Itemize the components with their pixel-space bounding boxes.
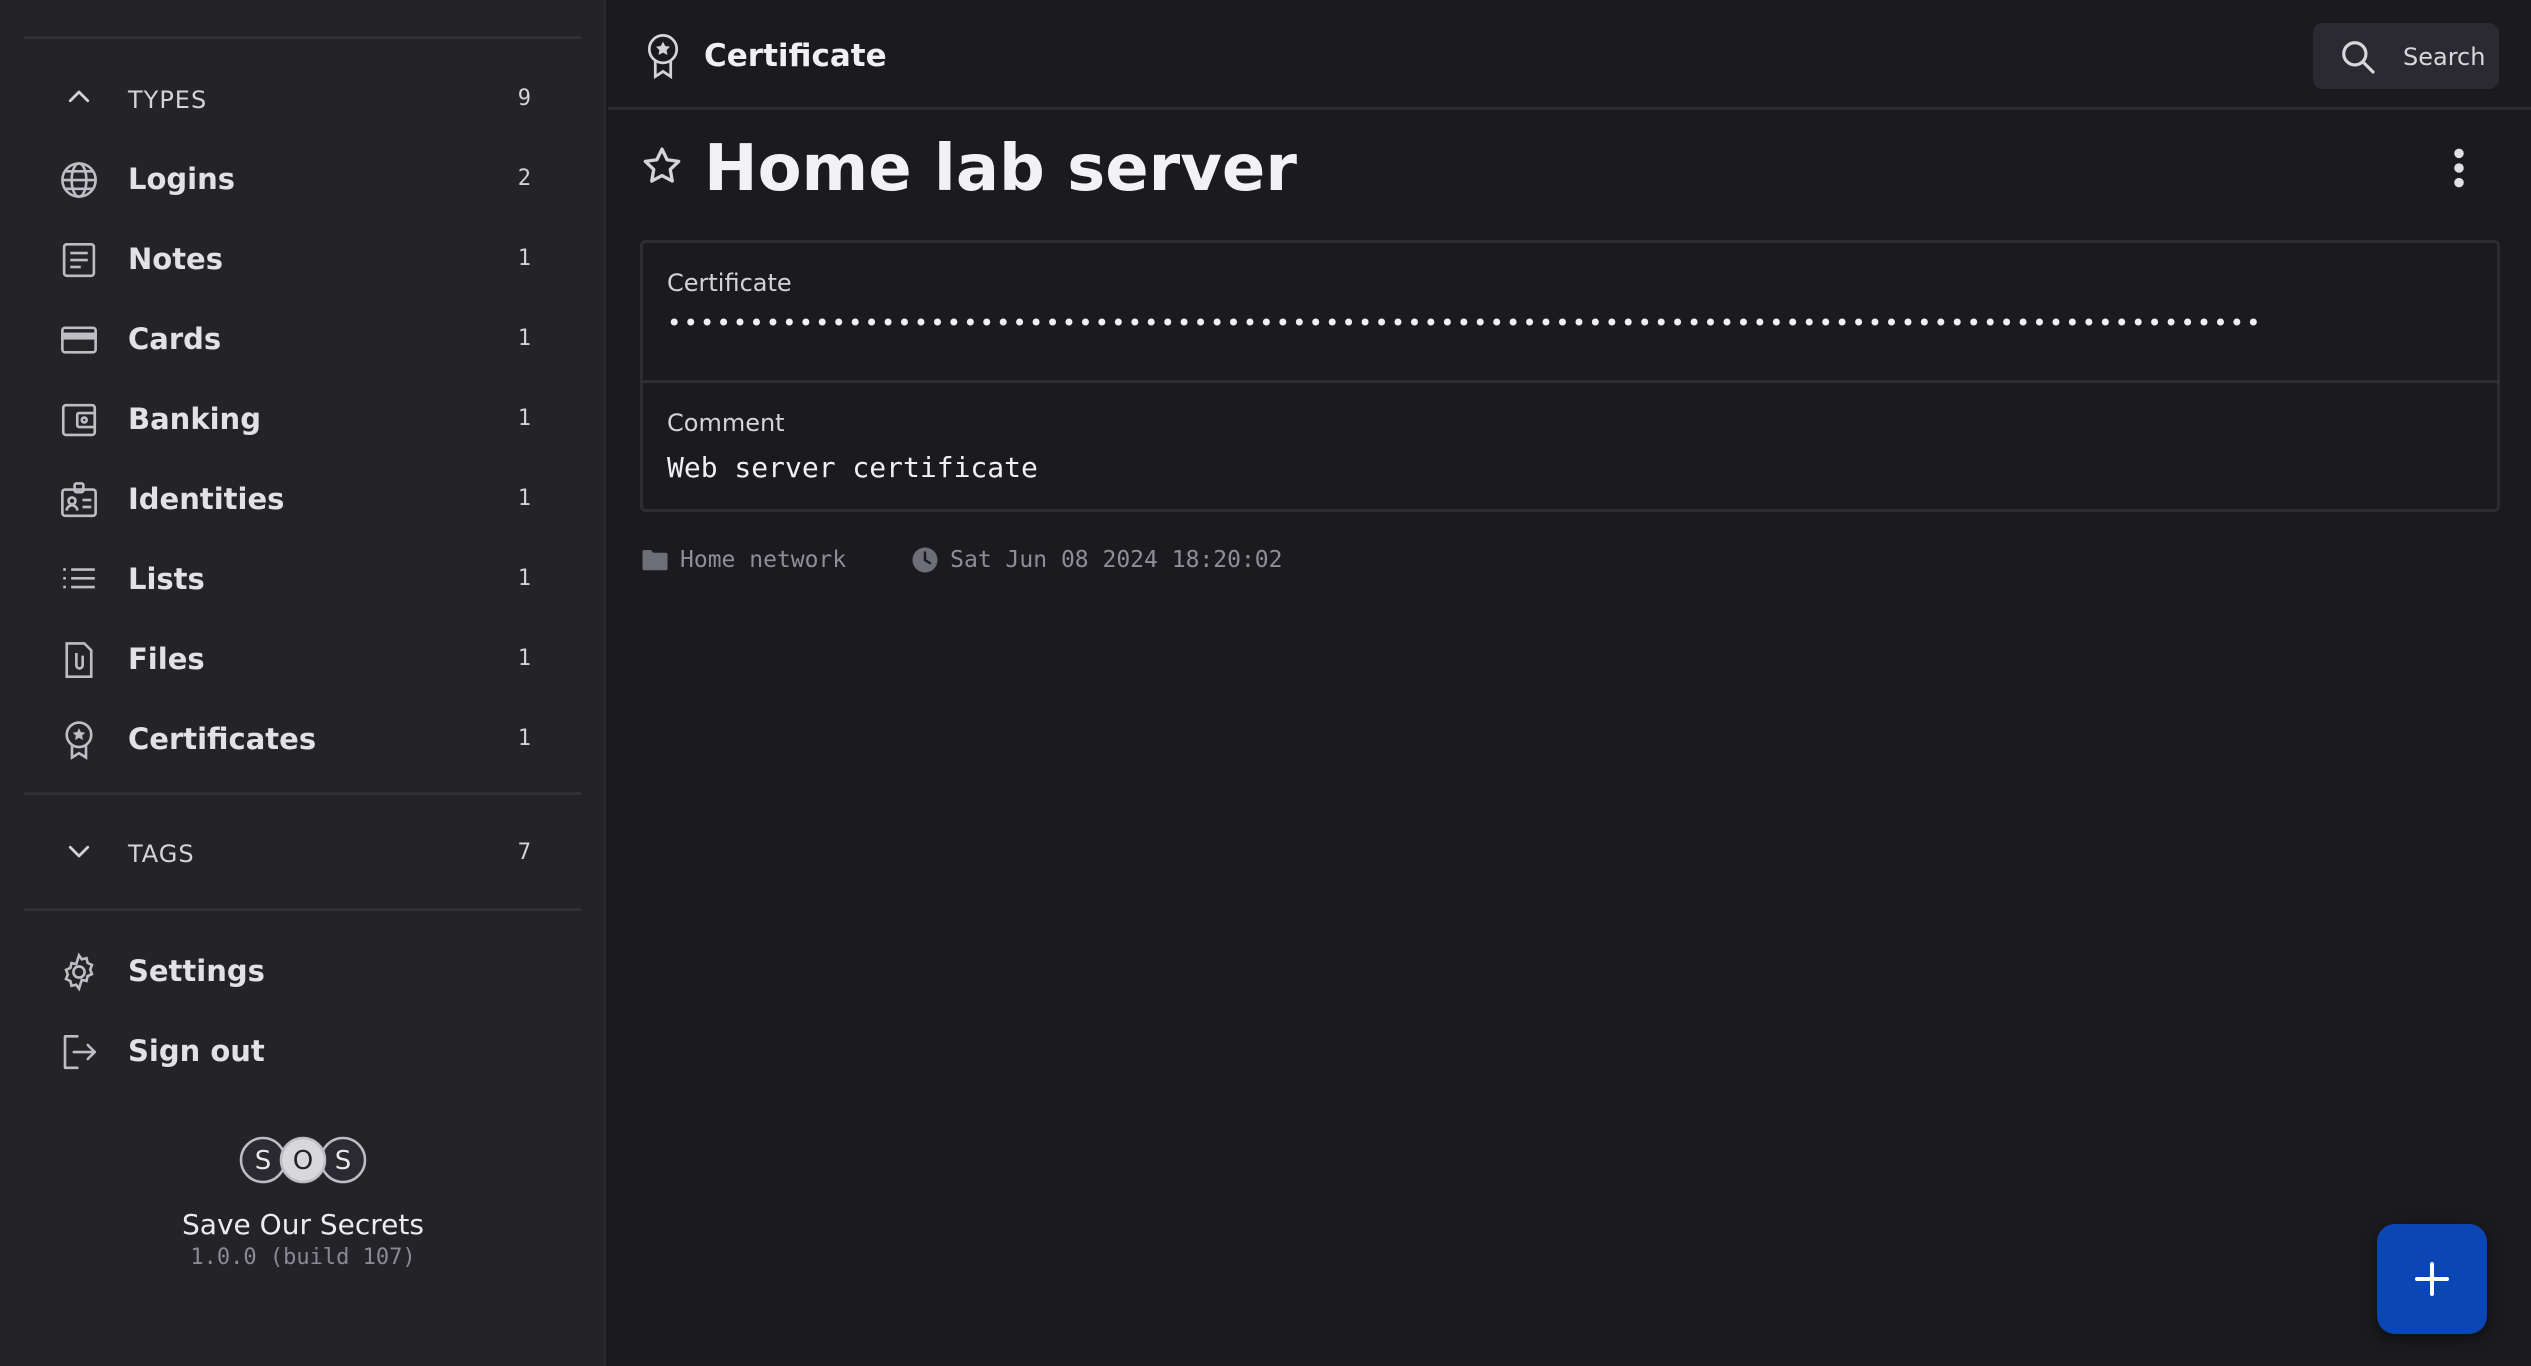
sidebar-item-identities[interactable]: Identities 1 — [24, 463, 581, 533]
tags-section-toggle[interactable]: TAGS 7 — [24, 822, 581, 882]
tags-section-label: TAGS — [128, 840, 195, 868]
svg-text:S: S — [335, 1146, 352, 1176]
sidebar-item-label: Identities — [128, 482, 285, 516]
sidebar-item-notes[interactable]: Notes 1 — [24, 223, 581, 293]
sidebar-item-label: Logins — [128, 162, 236, 196]
sidebar-item-count: 1 — [517, 726, 531, 751]
sidebar-item-count: 1 — [517, 486, 531, 511]
sidebar-item-certificates[interactable]: Certificates 1 — [24, 703, 581, 773]
sidebar-item-label: Cards — [128, 322, 222, 356]
top-bar: Certificate Search — [608, 0, 2531, 110]
svg-text:O: O — [293, 1146, 313, 1176]
timestamp-value: Sat Jun 08 2024 18:20:02 — [950, 547, 1283, 573]
sidebar-item-files[interactable]: Files 1 — [24, 623, 581, 693]
app-name: Save Our Secrets — [182, 1208, 424, 1241]
comment-field[interactable]: Comment Web server certificate — [643, 383, 2497, 509]
app-brand: S O S Save Our Secrets 1.0.0 (build 107) — [0, 1132, 606, 1270]
certificate-icon — [58, 719, 100, 761]
field-label: Comment — [667, 409, 785, 437]
field-label: Certificate — [667, 269, 792, 297]
sidebar-item-label: Notes — [128, 242, 223, 276]
search-icon — [2342, 41, 2375, 74]
sidebar-item-label: Banking — [128, 402, 261, 436]
item-header: Home lab server — [608, 112, 2531, 232]
types-section-label: TYPES — [128, 86, 208, 114]
folder-link[interactable]: Home network — [640, 545, 846, 575]
types-section-toggle[interactable]: TYPES 9 — [24, 68, 581, 128]
item-type-title: Certificate — [704, 38, 887, 74]
sidebar: TYPES 9 Logins 2 Notes 1 Cards 1 Banking… — [0, 0, 606, 1366]
settings-label: Settings — [128, 954, 265, 988]
sos-logo: S O S — [238, 1132, 368, 1188]
sidebar-item-count: 1 — [517, 406, 531, 431]
sidebar-item-count: 1 — [517, 326, 531, 351]
globe-icon — [58, 159, 100, 201]
credit-card-icon — [58, 319, 100, 361]
sidebar-item-label: Files — [128, 642, 205, 676]
sidebar-item-lists[interactable]: Lists 1 — [24, 543, 581, 613]
sidebar-item-count: 1 — [517, 646, 531, 671]
sidebar-divider — [24, 908, 581, 911]
sign-out-label: Sign out — [128, 1034, 265, 1068]
favorite-star-icon[interactable] — [640, 144, 684, 188]
certificate-field[interactable]: Certificate ••••••••••••••••••••••••••••… — [643, 243, 2497, 383]
note-icon — [58, 239, 100, 281]
more-options-icon[interactable] — [2439, 146, 2479, 190]
file-attachment-icon — [58, 639, 100, 681]
sidebar-divider — [24, 36, 581, 39]
sign-out-icon — [58, 1031, 100, 1073]
search-button[interactable]: Search — [2313, 23, 2499, 89]
item-meta: Home network Sat Jun 08 2024 18:20:02 — [640, 542, 1347, 578]
certificate-value-masked[interactable]: ••••••••••••••••••••••••••••••••••••••••… — [667, 309, 2263, 337]
types-section-count: 9 — [517, 86, 531, 111]
item-fields: Certificate ••••••••••••••••••••••••••••… — [640, 240, 2500, 512]
wallet-icon — [58, 399, 100, 441]
sidebar-item-count: 2 — [517, 166, 531, 191]
add-item-button[interactable] — [2377, 1224, 2487, 1334]
plus-icon — [2415, 1262, 2449, 1296]
app-window: TYPES 9 Logins 2 Notes 1 Cards 1 Banking… — [0, 0, 2531, 1366]
search-button-label: Search — [2403, 43, 2486, 71]
sidebar-item-count: 1 — [517, 566, 531, 591]
sign-out-button[interactable]: Sign out — [24, 1015, 581, 1085]
sidebar-item-label: Certificates — [128, 722, 317, 756]
sidebar-divider — [24, 792, 581, 795]
id-badge-icon — [58, 479, 100, 521]
folder-name: Home network — [680, 547, 847, 573]
tags-section-count: 7 — [517, 840, 531, 865]
clock-icon — [910, 545, 940, 575]
folder-icon — [640, 545, 670, 575]
app-version: 1.0.0 (build 107) — [190, 1245, 416, 1270]
sidebar-item-count: 1 — [517, 246, 531, 271]
main-panel: Certificate Search Home lab server Certi… — [608, 0, 2531, 1366]
sidebar-item-banking[interactable]: Banking 1 — [24, 383, 581, 453]
sidebar-item-cards[interactable]: Cards 1 — [24, 303, 581, 373]
timestamp: Sat Jun 08 2024 18:20:02 — [910, 545, 1283, 575]
sidebar-item-logins[interactable]: Logins 2 — [24, 143, 581, 213]
settings-button[interactable]: Settings — [24, 935, 581, 1005]
sidebar-item-label: Lists — [128, 562, 205, 596]
certificate-icon — [642, 32, 684, 80]
chevron-down-icon — [64, 836, 94, 866]
chevron-up-icon — [64, 82, 94, 112]
comment-value[interactable]: Web server certificate — [667, 451, 1038, 484]
svg-text:S: S — [255, 1146, 272, 1176]
list-icon — [58, 559, 100, 601]
item-title: Home lab server — [704, 132, 1297, 206]
gear-icon — [58, 951, 100, 993]
